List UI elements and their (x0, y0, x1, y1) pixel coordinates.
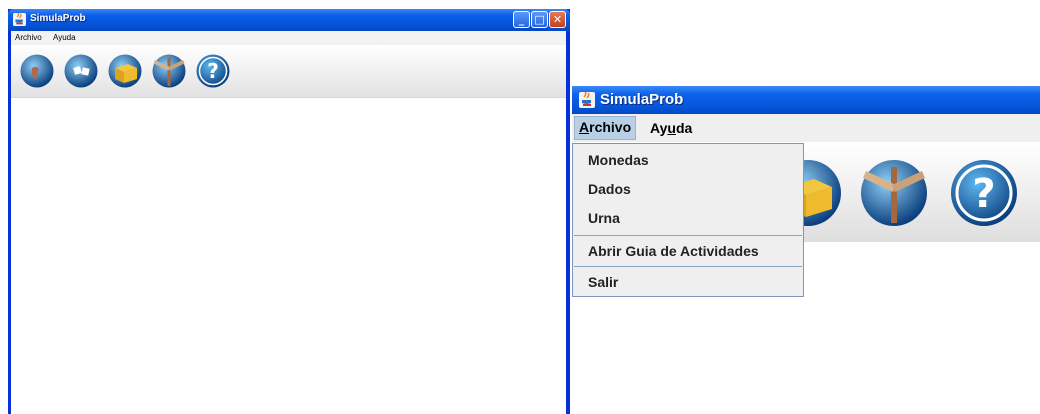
menu-archivo[interactable]: Archivo (574, 116, 637, 140)
box-icon[interactable] (107, 53, 143, 89)
small-menu-ayuda[interactable]: Ayuda (53, 33, 76, 42)
big-window-title: SimulaProb (600, 91, 684, 108)
menu-item-salir[interactable]: Salir (573, 268, 803, 296)
close-button[interactable]: ✕ (549, 11, 566, 28)
java-app-icon (13, 13, 26, 26)
small-window-title: SimulaProb (30, 13, 86, 24)
help-icon[interactable]: ? (195, 53, 231, 89)
svg-text:?: ? (207, 59, 219, 83)
small-window-content: Archivo Ayuda ? (11, 31, 566, 414)
small-toolbar: ? (11, 45, 566, 98)
maximize-icon: □ (534, 13, 545, 26)
signpost-icon[interactable] (151, 53, 187, 89)
signpost-icon[interactable] (858, 157, 930, 229)
menu-separator (574, 235, 802, 236)
close-icon: ✕ (552, 13, 563, 26)
minimize-icon: _ (518, 13, 525, 26)
small-title-bar[interactable]: SimulaProb _ □ ✕ (8, 9, 570, 31)
menu-item-urna[interactable]: Urna (573, 204, 803, 232)
menu-ayuda[interactable]: Ayuda (646, 117, 696, 139)
small-app-window: SimulaProb _ □ ✕ Archivo Ayuda ? (8, 9, 570, 414)
minimize-button[interactable]: _ (513, 11, 530, 28)
help-icon[interactable]: ? (948, 157, 1020, 229)
maximize-button[interactable]: □ (531, 11, 548, 28)
dice-icon[interactable] (63, 53, 99, 89)
big-title-bar[interactable]: SimulaProb (572, 86, 1040, 114)
java-app-icon (579, 92, 595, 108)
svg-text:?: ? (972, 171, 995, 217)
small-menu-bar: Archivo Ayuda (11, 31, 566, 45)
archivo-dropdown-menu: Monedas Dados Urna Abrir Guia de Activid… (572, 143, 804, 297)
big-menu-bar: Archivo Ayuda (572, 114, 1040, 142)
menu-item-monedas[interactable]: Monedas (573, 146, 803, 174)
menu-separator (574, 266, 802, 267)
globe-icon[interactable] (19, 53, 55, 89)
small-menu-archivo[interactable]: Archivo (15, 33, 42, 42)
menu-item-abrir-guia[interactable]: Abrir Guia de Actividades (573, 237, 803, 265)
menu-item-dados[interactable]: Dados (573, 175, 803, 203)
